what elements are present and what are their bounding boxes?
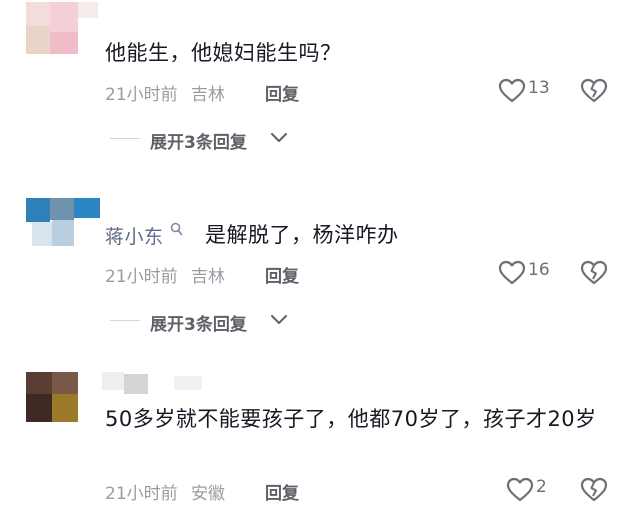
like-count: 2	[536, 477, 547, 497]
comment-meta: 21小时前 吉林	[105, 80, 233, 105]
divider-line	[110, 138, 140, 139]
comment-time: 21小时前	[105, 85, 178, 105]
comment-meta: 21小时前 吉林	[105, 262, 233, 287]
comment-text: 他能生，他媳妇能生吗？	[105, 41, 342, 65]
heart-outline-icon	[498, 260, 526, 285]
broken-heart-icon	[580, 78, 608, 103]
search-icon[interactable]	[166, 222, 184, 241]
username[interactable]: 蒋小东	[105, 222, 183, 249]
comment-meta: 21小时前 安徽	[105, 479, 233, 504]
like-count: 16	[528, 260, 550, 280]
heart-outline-icon	[498, 78, 526, 103]
chevron-down-icon	[271, 315, 287, 324]
broken-heart-icon	[580, 260, 608, 285]
avatar[interactable]	[26, 198, 102, 250]
reply-button[interactable]: 回复	[265, 80, 299, 105]
avatar[interactable]	[26, 2, 102, 54]
dislike-button[interactable]	[580, 78, 608, 108]
like-count: 13	[528, 78, 550, 98]
comment-location: 吉林	[191, 85, 226, 105]
reply-button[interactable]: 回复	[265, 479, 299, 504]
dislike-button[interactable]	[580, 260, 608, 290]
broken-heart-icon	[580, 477, 608, 502]
comment-time: 21小时前	[105, 267, 178, 287]
comment-location: 安徽	[191, 484, 226, 504]
divider-line	[110, 320, 140, 321]
comment-text: 是解脱了，杨洋咋办	[205, 223, 399, 247]
comment-location: 吉林	[191, 267, 226, 287]
dislike-button[interactable]	[580, 477, 608, 507]
reply-button[interactable]: 回复	[265, 262, 299, 287]
username-text: 蒋小东	[105, 226, 164, 248]
comment-time: 21小时前	[105, 484, 178, 504]
comment-text: 50多岁就不能要孩子了，他都70岁了，孩子才20岁	[105, 407, 597, 431]
chevron-down-icon	[271, 133, 287, 142]
expand-replies-label: 展开3条回复	[150, 315, 247, 335]
expand-replies-label: 展开3条回复	[150, 133, 247, 153]
heart-outline-icon	[506, 477, 534, 502]
